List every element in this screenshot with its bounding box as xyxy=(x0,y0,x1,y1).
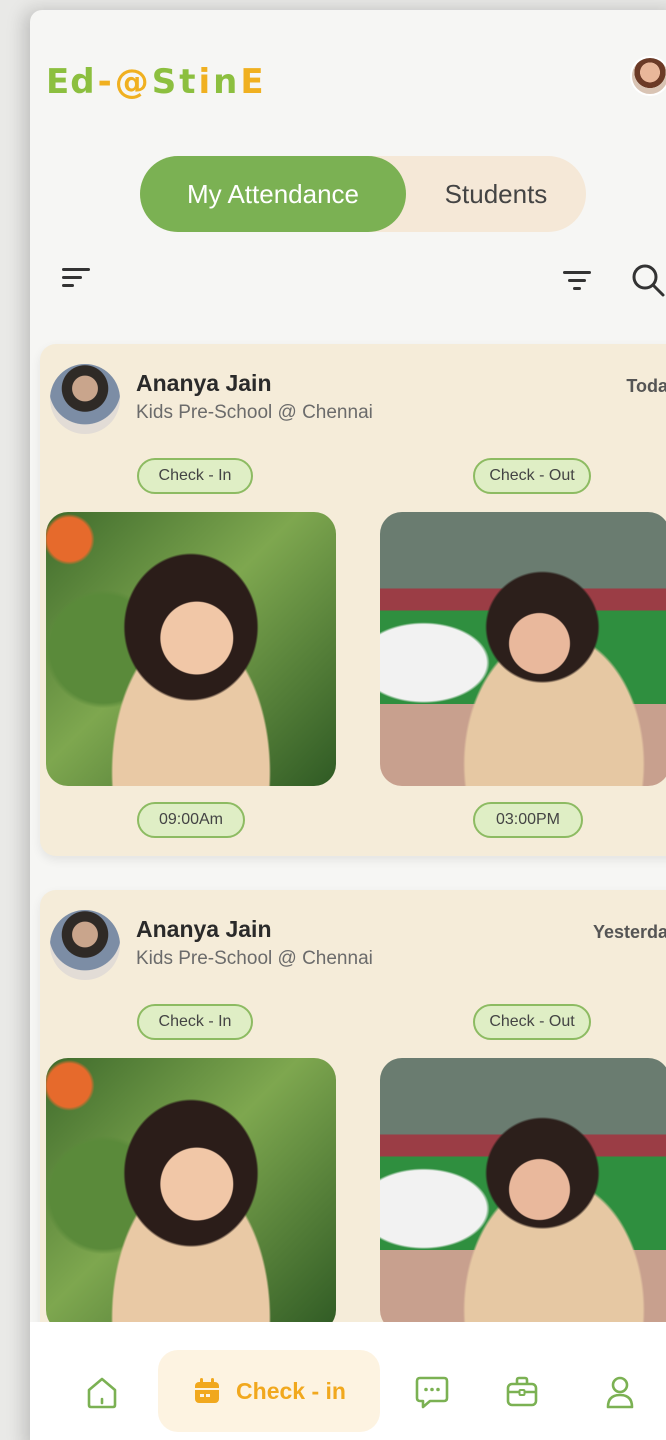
bottom-navigation: Check - in xyxy=(30,1322,666,1440)
student-name: Ananya Jain xyxy=(136,370,272,396)
nav-check-in-label: Check - in xyxy=(236,1377,346,1404)
nav-check-in[interactable]: Check - in xyxy=(158,1350,380,1432)
check-in-time: 09:00Am xyxy=(137,802,245,838)
check-in-badge: Check - In xyxy=(137,458,253,494)
school-name: Kids Pre-School @ Chennai xyxy=(136,948,373,969)
check-out-photo[interactable] xyxy=(380,1058,666,1332)
logo-part: - xyxy=(97,62,113,102)
tab-my-attendance[interactable]: My Attendance xyxy=(140,156,406,232)
app-logo: Ed - @ S t i n E xyxy=(46,62,265,102)
check-out-photo[interactable] xyxy=(380,512,666,786)
home-icon[interactable] xyxy=(84,1374,120,1410)
logo-part: Ed xyxy=(46,62,96,102)
check-out-time: 03:00PM xyxy=(473,802,583,838)
calendar-icon xyxy=(195,1378,220,1403)
student-avatar xyxy=(50,910,120,980)
attendance-card[interactable]: Ananya Jain Kids Pre-School @ Chennai To… xyxy=(40,344,666,856)
check-in-photo[interactable] xyxy=(46,1058,336,1332)
chat-icon[interactable] xyxy=(414,1374,450,1410)
student-name: Ananya Jain xyxy=(136,916,272,942)
briefcase-icon[interactable] xyxy=(504,1374,540,1410)
logo-part: n xyxy=(213,62,239,102)
app-screen: Ed - @ S t i n E My Attendance Students … xyxy=(30,10,666,1440)
logo-part: @ xyxy=(114,62,150,102)
school-name: Kids Pre-School @ Chennai xyxy=(136,402,373,423)
check-out-badge: Check - Out xyxy=(473,458,591,494)
sort-icon[interactable] xyxy=(60,263,94,293)
filter-icon[interactable] xyxy=(562,268,592,292)
logo-part: i xyxy=(198,62,212,102)
user-avatar[interactable] xyxy=(630,56,666,96)
logo-part: S xyxy=(151,62,178,102)
attendance-day: Today xyxy=(626,376,666,396)
check-in-photo[interactable] xyxy=(46,512,336,786)
search-icon[interactable] xyxy=(630,262,666,298)
student-avatar xyxy=(50,364,120,434)
attendance-tabs: My Attendance Students xyxy=(140,156,586,232)
check-out-badge: Check - Out xyxy=(473,1004,591,1040)
check-in-badge: Check - In xyxy=(137,1004,253,1040)
profile-icon[interactable] xyxy=(602,1374,638,1410)
logo-part: E xyxy=(240,62,265,102)
tab-students[interactable]: Students xyxy=(406,156,586,232)
logo-part: t xyxy=(179,62,197,102)
attendance-day: Yesterday xyxy=(592,922,666,942)
